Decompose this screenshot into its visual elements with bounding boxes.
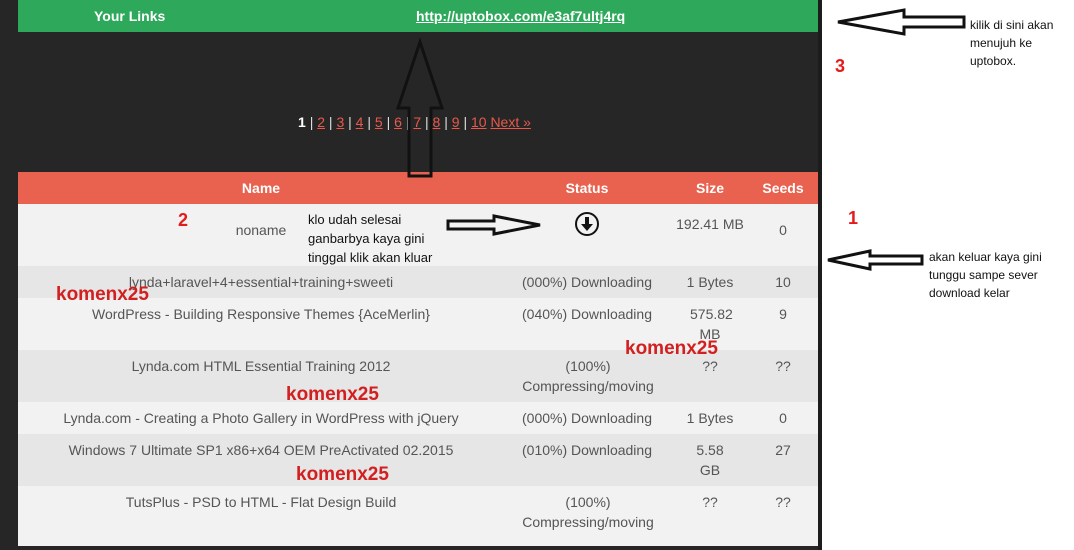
row-size: ?? — [702, 494, 718, 510]
row-size: 5.58 GB — [696, 442, 724, 478]
page-link-4[interactable]: 4 — [356, 114, 364, 130]
row-size: 1 Bytes — [686, 410, 734, 426]
header-size: Size — [695, 180, 724, 196]
page-next-link[interactable]: Next » — [490, 114, 530, 130]
watermark-text: komenx25 — [625, 338, 718, 359]
page-separator: | — [463, 114, 471, 130]
table-row: TutsPlus - PSD to HTML - Flat Design Bui… — [18, 486, 818, 546]
arrow-up-icon — [395, 37, 445, 178]
page-separator: | — [386, 114, 395, 130]
page-link-10[interactable]: 10 — [471, 114, 487, 130]
header-name: Name — [241, 180, 281, 196]
page-link-5[interactable]: 5 — [375, 114, 383, 130]
arrow-right-icon — [446, 214, 541, 236]
row-status: (010%) Downloading — [522, 442, 652, 458]
your-links-bar: Your Links http://uptobox.com/e3af7ultj4… — [18, 0, 818, 32]
row-size: 192.41 MB — [676, 216, 744, 232]
row-seeds: 10 — [775, 274, 791, 290]
annotation-note-3: kilik di sini akan menujuh ke uptobox. — [970, 18, 1054, 68]
annotation-number-3: 3 — [835, 56, 846, 76]
your-links-label: Your Links — [94, 8, 166, 24]
annotation-number-1: 1 — [848, 208, 859, 228]
row-status: (100%) Compressing/moving — [522, 494, 654, 530]
row-name: WordPress - Building Responsive Themes {… — [92, 306, 430, 322]
row-seeds: 0 — [779, 410, 787, 426]
panel-border — [818, 0, 822, 550]
row-status: (100%) Compressing/moving — [522, 358, 654, 394]
table-row: Lynda.com - Creating a Photo Gallery in … — [18, 402, 818, 434]
page-link-2[interactable]: 2 — [317, 114, 325, 130]
row-seeds: ?? — [775, 358, 791, 374]
annotation-number-2: 2 — [178, 210, 189, 230]
watermark-text: komenx25 — [286, 384, 379, 405]
watermark-text: komenx25 — [296, 464, 389, 485]
row-seeds: ?? — [775, 494, 791, 510]
row-name: Lynda.com HTML Essential Training 2012 — [131, 358, 391, 374]
row-status: (040%) Downloading — [522, 306, 652, 322]
row-seeds: 27 — [775, 442, 791, 458]
annotation-note-2: klo udah selesai ganbarbya kaya gini tin… — [308, 212, 433, 265]
row-name: TutsPlus - PSD to HTML - Flat Design Bui… — [125, 494, 397, 510]
page-separator: | — [367, 114, 375, 130]
download-circle-icon[interactable] — [573, 210, 601, 238]
header-seeds: Seeds — [762, 180, 804, 196]
uptobox-link[interactable]: http://uptobox.com/e3af7ultj4rq — [416, 8, 625, 24]
page-link-3[interactable]: 3 — [336, 114, 344, 130]
row-seeds: 9 — [779, 306, 787, 322]
watermark-text: komenx25 — [56, 284, 149, 305]
row-size: 1 Bytes — [686, 274, 734, 290]
table-row: Windows 7 Ultimate SP1 x86+x64 OEM PreAc… — [18, 434, 818, 486]
arrow-left-icon — [837, 8, 966, 36]
row-name: Lynda.com - Creating a Photo Gallery in … — [63, 410, 459, 426]
row-name: noname — [235, 222, 287, 238]
page-separator: | — [444, 114, 452, 130]
page-separator: | — [348, 114, 356, 130]
row-name: Windows 7 Ultimate SP1 x86+x64 OEM PreAc… — [68, 442, 454, 458]
annotation-note-1: akan keluar kaya gini tunggu sampe sever… — [929, 250, 1042, 300]
page-current: 1 — [298, 114, 306, 130]
row-status: (000%) Downloading — [522, 274, 652, 290]
row-seeds: 0 — [779, 222, 787, 238]
row-status: (000%) Downloading — [522, 410, 652, 426]
page-link-9[interactable]: 9 — [452, 114, 460, 130]
arrow-left-icon — [827, 249, 924, 271]
header-status: Status — [565, 180, 609, 196]
